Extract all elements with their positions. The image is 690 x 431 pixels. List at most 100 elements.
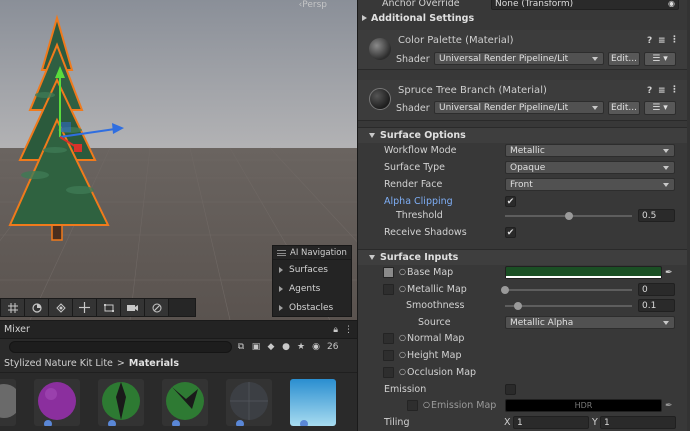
material-badge-icon	[236, 420, 244, 426]
anchor-override-field[interactable]: None (Transform) ◉	[491, 0, 679, 10]
collapse-arrow-icon[interactable]	[369, 255, 375, 260]
smoothness-slider[interactable]	[505, 305, 632, 307]
additional-settings-row[interactable]: Additional Settings	[358, 10, 690, 27]
help-icon[interactable]: ●	[280, 341, 292, 353]
visibility-icon[interactable]: ◉	[310, 341, 322, 353]
favorite-icon[interactable]: ★	[295, 341, 307, 353]
presets-icon[interactable]: ≡	[658, 86, 666, 96]
more-options-icon[interactable]: ⋮	[344, 325, 353, 335]
texture-slot[interactable]	[407, 400, 418, 411]
more-options-icon[interactable]: ⋮	[670, 35, 679, 45]
shader-dropdown[interactable]: Universal Render Pipeline/Lit	[434, 101, 604, 114]
asset-thumbnail[interactable]	[98, 379, 144, 426]
threshold-slider-knob[interactable]	[564, 212, 573, 220]
texture-slot[interactable]	[383, 267, 394, 278]
workflow-mode-dropdown[interactable]: Metallic	[505, 144, 675, 157]
ai-nav-item-surfaces[interactable]: Surfaces	[273, 260, 351, 279]
lock-icon[interactable]: 🔒︎	[333, 325, 338, 335]
move-icon[interactable]	[73, 299, 97, 316]
collapse-arrow-icon[interactable]	[369, 133, 375, 138]
render-face-dropdown[interactable]: Front	[505, 178, 675, 191]
nav-icon[interactable]	[49, 299, 73, 316]
texture-slot[interactable]	[383, 350, 394, 361]
rect-icon[interactable]	[97, 299, 121, 316]
surface-options-header[interactable]: Surface Options	[358, 127, 690, 143]
dropdown-value: Metallic Alpha	[510, 317, 574, 328]
asset-thumbnail[interactable]	[290, 379, 336, 426]
tiling-label: Tiling	[384, 417, 410, 428]
shader-menu-button[interactable]: ☰ ▾	[644, 101, 676, 115]
camera-icon[interactable]	[121, 299, 145, 316]
asset-thumbnail[interactable]	[34, 379, 80, 426]
metallic-slider[interactable]	[505, 289, 632, 291]
tab-mixer[interactable]: Mixer	[4, 324, 30, 335]
search-by-type-icon[interactable]: ⧉	[235, 341, 247, 353]
asset-thumbnail[interactable]	[162, 379, 208, 426]
drag-handle-icon[interactable]	[277, 249, 286, 256]
compass-icon[interactable]	[145, 299, 169, 316]
metallic-value-field[interactable]: 0	[638, 283, 675, 296]
receive-shadows-checkbox[interactable]: ✔	[505, 227, 516, 238]
filter-icon[interactable]: ▣	[250, 341, 262, 353]
emission-color-field[interactable]: HDR	[505, 399, 662, 412]
emission-checkbox[interactable]	[505, 384, 516, 395]
normal-map-label: Normal Map	[407, 333, 465, 344]
breadcrumb-parent[interactable]: Stylized Nature Kit Lite	[4, 358, 113, 369]
tiling-x-field[interactable]: 1	[513, 416, 589, 429]
additional-settings-label: Additional Settings	[371, 13, 475, 24]
threshold-value-field[interactable]: 0.5	[638, 209, 675, 222]
base-map-color-field[interactable]	[505, 266, 662, 279]
chevron-down-icon	[663, 149, 669, 153]
smoothness-value-field[interactable]: 0.1	[638, 299, 675, 312]
orbit-icon[interactable]	[25, 299, 49, 316]
help-icon[interactable]: ?	[647, 36, 652, 46]
add-icon[interactable]	[3, 341, 6, 353]
shader-menu-button[interactable]: ☰ ▾	[644, 52, 676, 66]
alpha-clipping-checkbox[interactable]: ✔	[505, 196, 516, 207]
shader-edit-button[interactable]: Edit...	[608, 101, 640, 115]
grid-icon[interactable]	[1, 299, 25, 316]
project-search-input[interactable]	[9, 341, 232, 353]
material-preview-icon[interactable]	[369, 88, 391, 110]
help-icon[interactable]: ?	[647, 86, 652, 96]
metallic-slider-knob[interactable]	[501, 286, 509, 294]
expand-arrow-icon[interactable]	[279, 304, 283, 311]
source-dropdown[interactable]: Metallic Alpha	[505, 316, 675, 329]
breadcrumb-current[interactable]: Materials	[129, 358, 179, 369]
emission-map-label: Emission Map	[431, 400, 497, 411]
surface-inputs-header[interactable]: Surface Inputs	[358, 249, 690, 265]
ai-nav-item-label: Obstacles	[289, 302, 334, 313]
scene-view[interactable]: ‹Persp AI Navigation Surfaces Agents Obs…	[0, 0, 357, 320]
presets-icon[interactable]: ≡	[658, 36, 666, 46]
shader-dropdown[interactable]: Universal Render Pipeline/Lit	[434, 52, 604, 65]
texture-slot[interactable]	[383, 367, 394, 378]
dropdown-value: Front	[510, 179, 533, 190]
asset-thumbnail[interactable]	[226, 379, 272, 426]
label-icon[interactable]: ◆	[265, 341, 277, 353]
texture-slot[interactable]	[383, 333, 394, 344]
anchor-override-value: None (Transform)	[495, 0, 574, 9]
shader-edit-button[interactable]: Edit...	[608, 52, 640, 66]
ai-nav-item-agents[interactable]: Agents	[273, 279, 351, 298]
eyedropper-icon[interactable]: ✒	[665, 268, 673, 278]
material-badge-icon	[300, 420, 308, 426]
expand-arrow-icon[interactable]	[279, 266, 283, 273]
more-options-icon[interactable]: ⋮	[670, 85, 679, 95]
surface-type-dropdown[interactable]: Opaque	[505, 161, 675, 174]
perspective-label[interactable]: ‹Persp	[299, 0, 327, 10]
shader-value: Universal Render Pipeline/Lit	[439, 53, 569, 64]
asset-thumbnail[interactable]	[0, 379, 16, 426]
smoothness-slider-knob[interactable]	[513, 302, 522, 310]
ai-navigation-header[interactable]: AI Navigation	[273, 246, 351, 260]
eyedropper-icon[interactable]: ✒	[665, 401, 673, 411]
ai-nav-item-obstacles[interactable]: Obstacles	[273, 298, 351, 317]
expand-arrow-icon[interactable]	[362, 15, 367, 21]
object-picker-icon[interactable]: ◉	[668, 0, 675, 8]
texture-slot[interactable]	[383, 284, 394, 295]
expand-arrow-icon[interactable]	[279, 285, 283, 292]
material-preview-icon[interactable]	[369, 38, 391, 60]
project-tabbar: Mixer 🔒︎ ⋮	[0, 321, 357, 339]
mip-dot-icon: ○	[399, 367, 406, 376]
tiling-y-field[interactable]: 1	[600, 416, 676, 429]
mip-dot-icon: ○	[399, 267, 406, 276]
